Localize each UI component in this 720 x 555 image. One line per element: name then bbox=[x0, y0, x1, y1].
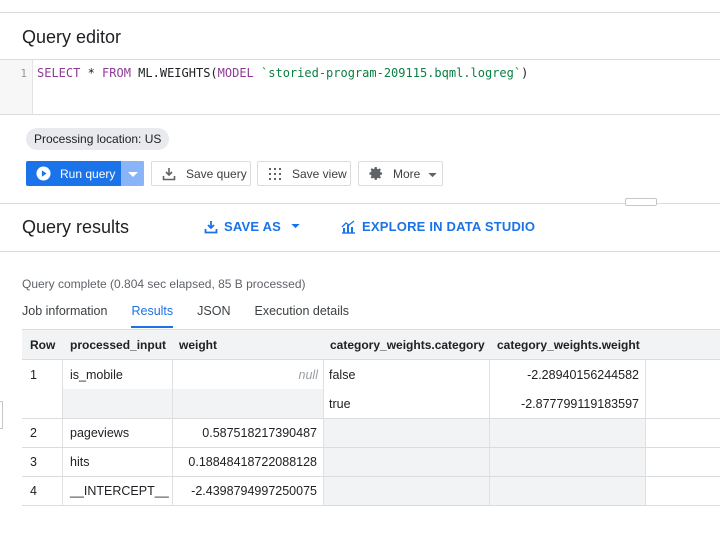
play-circle-icon bbox=[34, 166, 52, 181]
column-header-weight: weight bbox=[179, 338, 217, 352]
save-query-button[interactable]: Save query bbox=[151, 161, 251, 186]
sql-keyword-select: SELECT bbox=[37, 66, 81, 80]
sql-star: * bbox=[80, 66, 103, 80]
empty-cell bbox=[62, 389, 172, 418]
processed-input-cell: __INTERCEPT__ bbox=[70, 484, 169, 498]
category-weight-cell: -2.877799119183597 bbox=[521, 397, 639, 411]
grid-dots-icon bbox=[266, 167, 284, 181]
sql-close-paren: ) bbox=[521, 66, 529, 80]
resize-handle[interactable] bbox=[625, 198, 657, 206]
weight-cell: -2.4398794997250075 bbox=[191, 484, 317, 498]
save-view-label: Save view bbox=[292, 166, 347, 181]
sql-space bbox=[254, 66, 261, 80]
row-number: 4 bbox=[30, 484, 37, 498]
processing-location-chip[interactable]: Processing location: US bbox=[26, 128, 170, 150]
weight-cell-null: null bbox=[298, 368, 318, 382]
category-cell: false bbox=[329, 368, 356, 382]
tab-execution-details[interactable]: Execution details bbox=[255, 304, 350, 328]
save-as-button[interactable]: SAVE AS bbox=[204, 219, 300, 234]
sql-keyword-from: FROM bbox=[102, 66, 131, 80]
more-button[interactable]: More bbox=[358, 161, 443, 186]
query-results-title: Query results bbox=[22, 217, 130, 237]
processed-input-cell: is_mobile bbox=[70, 368, 123, 382]
run-query-label: Run query bbox=[60, 166, 116, 181]
results-header-divider bbox=[0, 251, 720, 252]
results-table: Row processed_input weight category_weig… bbox=[22, 329, 720, 509]
top-divider bbox=[0, 12, 720, 13]
category-cell: true bbox=[329, 397, 351, 411]
column-header-row: Row bbox=[30, 338, 56, 352]
caret-down-icon bbox=[428, 167, 438, 181]
row-number: 3 bbox=[30, 455, 37, 469]
weight-cell: 0.587518217390487 bbox=[202, 426, 317, 440]
tab-json[interactable]: JSON bbox=[197, 304, 230, 328]
empty-cells-block bbox=[323, 418, 646, 506]
line-number: 1 bbox=[20, 67, 27, 80]
editor-results-divider bbox=[0, 203, 720, 204]
editor-gutter: 1 bbox=[0, 60, 33, 114]
weight-cell: 0.18848418722088128 bbox=[188, 455, 317, 469]
sql-code-line[interactable]: SELECT * FROM ML.WEIGHTS(MODEL `storied-… bbox=[37, 66, 528, 80]
chart-icon bbox=[341, 219, 356, 234]
sql-editor[interactable]: 1 SELECT * FROM ML.WEIGHTS(MODEL `storie… bbox=[0, 59, 720, 115]
more-label: More bbox=[393, 166, 421, 181]
category-weight-cell: -2.28940156244582 bbox=[527, 368, 639, 382]
row-number: 1 bbox=[30, 368, 37, 382]
tab-results[interactable]: Results bbox=[131, 304, 174, 328]
download-icon bbox=[160, 167, 178, 181]
column-header-category-weight: category_weights.weight bbox=[497, 338, 640, 352]
column-divider bbox=[323, 360, 324, 506]
save-as-label: SAVE AS bbox=[224, 219, 282, 234]
column-header-processed-input: processed_input bbox=[70, 338, 167, 352]
gear-icon bbox=[367, 166, 385, 181]
explore-data-studio-button[interactable]: EXPLORE IN DATA STUDIO bbox=[341, 219, 535, 234]
sql-model-name: `storied-program-209115.bqml.logreg` bbox=[261, 66, 522, 80]
column-divider bbox=[62, 360, 63, 506]
query-status-text: Query complete (0.804 sec elapsed, 85 B … bbox=[22, 277, 306, 291]
run-options-dropdown[interactable] bbox=[121, 161, 144, 186]
caret-down-icon bbox=[291, 224, 300, 229]
row-divider bbox=[22, 505, 720, 506]
row-number: 2 bbox=[30, 426, 37, 440]
scroll-handle[interactable] bbox=[0, 401, 3, 429]
results-tabs: Job information Results JSON Execution d… bbox=[22, 304, 373, 328]
processed-input-cell: pageviews bbox=[70, 426, 130, 440]
processed-input-cell: hits bbox=[70, 455, 90, 469]
query-editor-title: Query editor bbox=[22, 27, 122, 47]
column-divider bbox=[645, 360, 646, 506]
save-view-button[interactable]: Save view bbox=[257, 161, 351, 186]
tab-job-information[interactable]: Job information bbox=[22, 304, 107, 328]
explore-label: EXPLORE IN DATA STUDIO bbox=[362, 219, 536, 234]
column-header-category: category_weights.category bbox=[330, 338, 485, 352]
save-query-label: Save query bbox=[186, 166, 247, 181]
caret-down-icon bbox=[127, 167, 138, 181]
run-query-button[interactable]: Run query bbox=[26, 161, 144, 186]
empty-cell bbox=[172, 389, 323, 418]
sql-keyword-model: MODEL bbox=[217, 66, 254, 80]
sql-function: ML.WEIGHTS( bbox=[130, 66, 218, 80]
row-divider bbox=[22, 447, 720, 448]
download-icon bbox=[204, 220, 218, 234]
